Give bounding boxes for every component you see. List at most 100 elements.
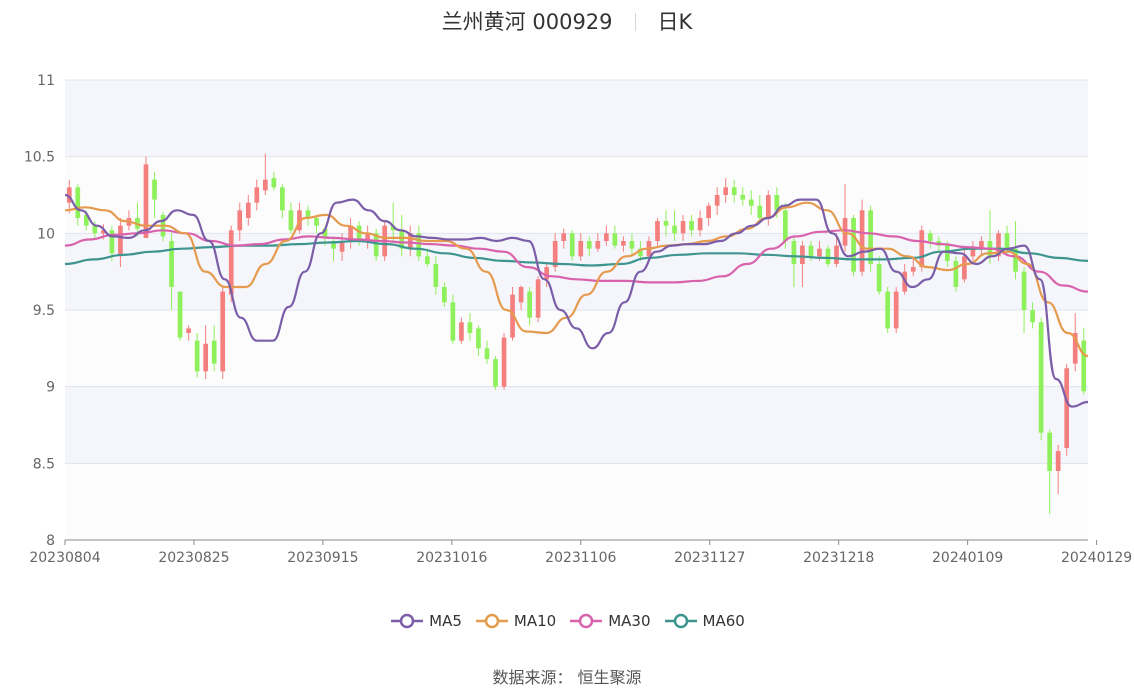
legend-swatch-marker: [399, 613, 415, 629]
candle-body: [629, 241, 635, 249]
candle-body: [288, 210, 294, 231]
candle-body: [910, 267, 916, 272]
candle-body: [706, 205, 711, 218]
legend-label: MA30: [608, 612, 651, 630]
candle-body: [927, 233, 933, 241]
candle-body: [1021, 271, 1027, 310]
candle-body: [612, 233, 618, 246]
candle-body: [424, 256, 430, 264]
x-tick-label: 20240129: [1061, 550, 1132, 566]
candle-body: [194, 340, 200, 372]
candle-body: [1081, 340, 1087, 392]
candle-body: [1038, 322, 1044, 433]
legend-label: MA60: [702, 612, 745, 630]
candle-body: [569, 233, 575, 257]
candle-body: [663, 221, 669, 226]
candle-body: [655, 221, 660, 241]
candle-body: [484, 348, 490, 360]
x-tick-label: 20230804: [29, 550, 100, 566]
candle-body: [621, 241, 626, 246]
candle-body: [944, 245, 950, 261]
candle-body: [203, 343, 209, 372]
x-tick-label: 20231106: [545, 550, 616, 566]
candle-body: [177, 291, 183, 338]
candle-body: [237, 210, 243, 231]
candle-body: [493, 359, 498, 387]
candle-body: [211, 340, 217, 364]
candle-body: [595, 241, 601, 249]
candle-body: [1030, 310, 1035, 323]
legend-item-ma60[interactable]: MA60: [663, 612, 745, 630]
candle-body: [450, 302, 456, 341]
candle-body: [723, 187, 729, 195]
legend-swatch-icon: [570, 613, 603, 629]
candle-body: [459, 322, 464, 341]
candle-body: [527, 291, 532, 318]
candle-body: [518, 287, 524, 303]
candle-body: [1004, 233, 1010, 249]
candle-body: [169, 241, 174, 287]
chart-legend: MA5 MA10 MA30 MA60: [0, 612, 1134, 633]
candle-body: [314, 218, 319, 226]
plot-band: [65, 80, 1088, 157]
candle-body: [433, 264, 439, 287]
candle-body: [893, 291, 899, 329]
x-tick-label: 20230825: [158, 550, 229, 566]
candle-body: [714, 195, 720, 206]
data-source-note: 数据来源： 恒生聚源: [492, 668, 642, 687]
plot-band: [65, 386, 1088, 464]
candle-body: [254, 187, 260, 203]
candle-body: [186, 328, 191, 333]
candle-body: [851, 218, 856, 272]
candle-body: [578, 241, 584, 257]
x-tick-label: 20231218: [803, 550, 874, 566]
candle-body: [783, 210, 788, 241]
plot-band: [65, 310, 1088, 387]
candle-body: [817, 248, 822, 257]
candle-body: [501, 337, 507, 387]
legend-swatch-marker: [578, 613, 594, 629]
candle-body: [92, 225, 98, 234]
legend-label: MA10: [513, 612, 557, 630]
candle-body: [680, 221, 686, 234]
candle-body: [868, 210, 873, 264]
candle-body: [109, 230, 115, 254]
plot-band: [65, 463, 1088, 540]
candle-body: [689, 221, 694, 231]
candle-body: [467, 322, 473, 333]
legend-swatch-icon: [664, 613, 697, 629]
candle-body: [876, 264, 882, 292]
candle-body: [765, 195, 771, 218]
candle-body: [885, 291, 891, 329]
candle-body: [152, 179, 157, 200]
y-tick-label: 8.5: [33, 456, 55, 472]
candle-body: [859, 210, 865, 272]
candle-body: [220, 291, 226, 372]
legend-swatch-marker: [673, 613, 688, 629]
y-tick-label: 9.5: [33, 303, 55, 319]
candle-body: [143, 164, 149, 238]
candle-body: [953, 260, 959, 287]
legend-item-ma5[interactable]: MA5: [389, 612, 462, 630]
candle-body: [825, 248, 831, 264]
legend-label: MA5: [429, 612, 462, 630]
y-tick-label: 9: [46, 380, 55, 396]
candle-body: [834, 245, 839, 264]
candle-body: [800, 245, 805, 264]
candle-body: [697, 218, 703, 231]
legend-item-ma30[interactable]: MA30: [568, 612, 651, 630]
legend-item-ma10[interactable]: MA10: [474, 612, 556, 630]
candle-body: [245, 202, 251, 218]
candle-body: [544, 267, 550, 280]
candle-body: [118, 225, 123, 257]
candle-body: [586, 241, 592, 249]
candle-body: [535, 279, 541, 318]
candle-body: [740, 195, 746, 200]
x-tick-label: 20230915: [287, 550, 358, 566]
candle-body: [476, 328, 481, 349]
y-tick-label: 11: [37, 73, 55, 89]
x-tick-label: 20231016: [416, 550, 487, 566]
y-tick-label: 10: [37, 226, 55, 242]
candle-body: [757, 205, 763, 218]
candle-body: [731, 187, 737, 195]
